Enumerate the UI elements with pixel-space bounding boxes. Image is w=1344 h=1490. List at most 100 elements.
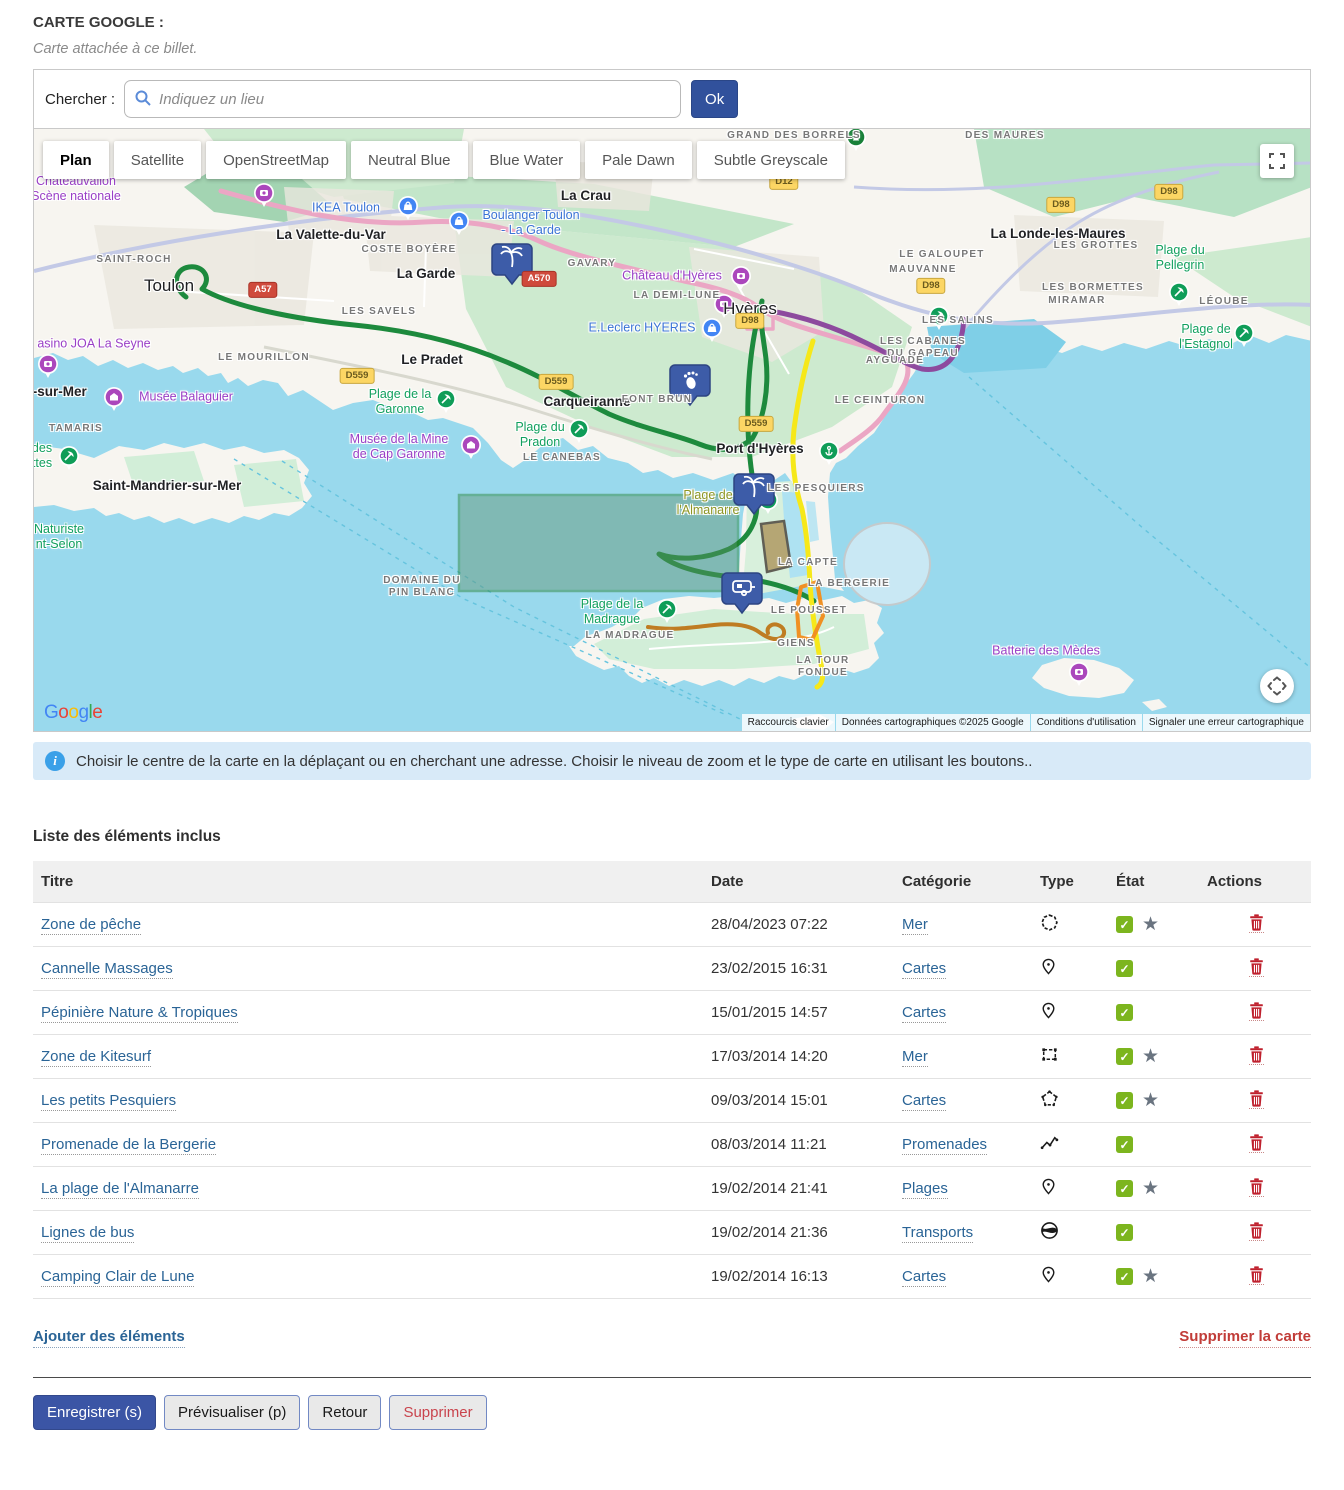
- element-title-link[interactable]: Cannelle Massages: [41, 960, 173, 979]
- element-title-link[interactable]: Camping Clair de Lune: [41, 1268, 194, 1287]
- table-row: Zone de Kitesurf17/03/2014 14:20Mer✓★: [33, 1035, 1311, 1079]
- star-icon[interactable]: ★: [1142, 1179, 1159, 1198]
- published-check-icon[interactable]: ✓: [1116, 1268, 1133, 1285]
- map-canvas[interactable]: [34, 129, 1311, 731]
- add-elements-link[interactable]: Ajouter des éléments: [33, 1328, 185, 1348]
- element-title-link[interactable]: La plage de l'Almanarre: [41, 1180, 199, 1199]
- attribution-link[interactable]: Données cartographiques ©2025 Google: [836, 714, 1030, 731]
- element-category-link[interactable]: Transports: [902, 1224, 973, 1243]
- delete-element-button[interactable]: [1249, 1134, 1264, 1153]
- table-row: Lignes de bus 19/02/2014 21:36 Transports ✓: [33, 1211, 1311, 1255]
- table-row: La plage de l'Almanarre19/02/2014 21:41P…: [33, 1167, 1311, 1211]
- element-category-link[interactable]: Promenades: [902, 1136, 987, 1155]
- element-category-link[interactable]: Mer: [902, 1048, 928, 1067]
- fullscreen-icon: [1269, 153, 1285, 169]
- element-date: 28/04/2023 07:22: [703, 903, 894, 947]
- supprimer-button[interactable]: Supprimer: [389, 1395, 486, 1430]
- delete-element-button[interactable]: [1249, 1266, 1264, 1285]
- map-type-button-openstreetmap[interactable]: OpenStreetMap: [206, 141, 346, 179]
- trash-icon: [1249, 1134, 1264, 1151]
- table-row: Zone de pêche 28/04/2023 07:22 Mer ✓ ★: [33, 903, 1311, 947]
- element-category-link[interactable]: Cartes: [902, 1004, 946, 1023]
- column-header-catégorie: Catégorie: [894, 861, 1032, 903]
- elements-table: TitreDateCatégorieTypeÉtatActions Zone d…: [33, 861, 1311, 1299]
- star-icon[interactable]: ★: [1142, 1091, 1159, 1110]
- delete-element-button[interactable]: [1249, 1178, 1264, 1197]
- element-title-link[interactable]: Les petits Pesquiers: [41, 1092, 176, 1111]
- search-ok-button[interactable]: Ok: [691, 80, 738, 118]
- marker-type-icon: [1040, 1265, 1057, 1284]
- trash-icon: [1249, 1178, 1264, 1195]
- map-type-button-pale-dawn[interactable]: Pale Dawn: [585, 141, 692, 179]
- published-check-icon[interactable]: ✓: [1116, 1180, 1133, 1197]
- enregistrer-s-button[interactable]: Enregistrer (s): [33, 1395, 156, 1430]
- published-check-icon[interactable]: ✓: [1116, 1136, 1133, 1153]
- form-buttons: Enregistrer (s)Prévisualiser (p)RetourSu…: [33, 1395, 1311, 1430]
- element-title-link[interactable]: Promenade de la Bergerie: [41, 1136, 216, 1155]
- marker-type-icon: [1040, 957, 1057, 976]
- table-header-row: TitreDateCatégorieTypeÉtatActions: [33, 861, 1311, 903]
- attribution-link[interactable]: Conditions d'utilisation: [1031, 714, 1142, 731]
- delete-element-button[interactable]: [1249, 1222, 1264, 1241]
- element-title-link[interactable]: Zone de pêche: [41, 916, 141, 935]
- overlay-circle: [844, 523, 930, 605]
- trash-icon: [1249, 1090, 1264, 1107]
- table-row: Cannelle Massages23/02/2015 16:31Cartes✓: [33, 947, 1311, 991]
- column-header-état: État: [1108, 861, 1199, 903]
- map-type-button-satellite[interactable]: Satellite: [114, 141, 201, 179]
- delete-element-button[interactable]: [1249, 1002, 1264, 1021]
- element-category-link[interactable]: Plages: [902, 1180, 948, 1199]
- map-type-button-blue-water[interactable]: Blue Water: [473, 141, 581, 179]
- attribution-link[interactable]: Raccourcis clavier: [742, 714, 835, 731]
- pan-arrows-icon: [1267, 676, 1287, 696]
- star-icon[interactable]: ★: [1142, 1267, 1159, 1286]
- page-title: CARTE GOOGLE :: [33, 14, 1311, 31]
- element-category-link[interactable]: Mer: [902, 916, 928, 935]
- info-icon: i: [45, 751, 65, 771]
- published-check-icon[interactable]: ✓: [1116, 916, 1133, 933]
- delete-element-button[interactable]: [1249, 958, 1264, 977]
- column-header-date: Date: [703, 861, 894, 903]
- element-date: 09/03/2014 15:01: [703, 1079, 894, 1123]
- delete-element-button[interactable]: [1249, 1046, 1264, 1065]
- element-title-link[interactable]: Lignes de bus: [41, 1224, 134, 1243]
- marker-type-icon: [1040, 1001, 1057, 1020]
- star-icon[interactable]: ★: [1142, 915, 1159, 934]
- map-type-button-subtle-greyscale[interactable]: Subtle Greyscale: [697, 141, 845, 179]
- map-type-button-neutral-blue[interactable]: Neutral Blue: [351, 141, 468, 179]
- delete-element-button[interactable]: [1249, 914, 1264, 933]
- search-input[interactable]: [124, 80, 681, 118]
- pan-control-button[interactable]: [1260, 669, 1294, 703]
- rectangle-type-icon: [1040, 1045, 1059, 1064]
- marker-type-icon: [1040, 1177, 1057, 1196]
- delete-element-button[interactable]: [1249, 1090, 1264, 1109]
- search-box: [124, 80, 681, 118]
- element-date: 15/01/2015 14:57: [703, 991, 894, 1035]
- page-subtitle: Carte attachée à ce billet.: [33, 41, 1311, 57]
- map-type-button-plan[interactable]: Plan: [43, 141, 109, 179]
- fullscreen-button[interactable]: [1260, 144, 1294, 178]
- published-check-icon[interactable]: ✓: [1116, 1004, 1133, 1021]
- element-title-link[interactable]: Pépinière Nature & Tropiques: [41, 1004, 238, 1023]
- published-check-icon[interactable]: ✓: [1116, 1224, 1133, 1241]
- attribution-link[interactable]: Signaler une erreur cartographique: [1143, 714, 1310, 731]
- map-attribution: Raccourcis clavierDonnées cartographique…: [741, 714, 1310, 731]
- table-row: Pépinière Nature & Tropiques 15/01/2015 1…: [33, 991, 1311, 1035]
- published-check-icon[interactable]: ✓: [1116, 1048, 1133, 1065]
- element-title-link[interactable]: Zone de Kitesurf: [41, 1048, 151, 1067]
- pr-visualiser-p-button[interactable]: Prévisualiser (p): [164, 1395, 300, 1430]
- element-date: 19/02/2014 21:36: [703, 1211, 894, 1255]
- published-check-icon[interactable]: ✓: [1116, 960, 1133, 977]
- table-row: Camping Clair de Lune19/02/2014 16:13Car…: [33, 1255, 1311, 1299]
- retour-button[interactable]: Retour: [308, 1395, 381, 1430]
- element-category-link[interactable]: Cartes: [902, 960, 946, 979]
- trash-icon: [1249, 1002, 1264, 1019]
- column-header-titre: Titre: [33, 861, 703, 903]
- element-category-link[interactable]: Cartes: [902, 1268, 946, 1287]
- google-map[interactable]: ToulonHyèresLa Valette-du-VarLa GardeLa …: [33, 129, 1311, 732]
- star-icon[interactable]: ★: [1142, 1047, 1159, 1066]
- element-category-link[interactable]: Cartes: [902, 1092, 946, 1111]
- published-check-icon[interactable]: ✓: [1116, 1092, 1133, 1109]
- delete-map-link[interactable]: Supprimer la carte: [1179, 1328, 1311, 1348]
- table-row: Les petits Pesquiers 09/03/2014 15:01 Cart…: [33, 1079, 1311, 1123]
